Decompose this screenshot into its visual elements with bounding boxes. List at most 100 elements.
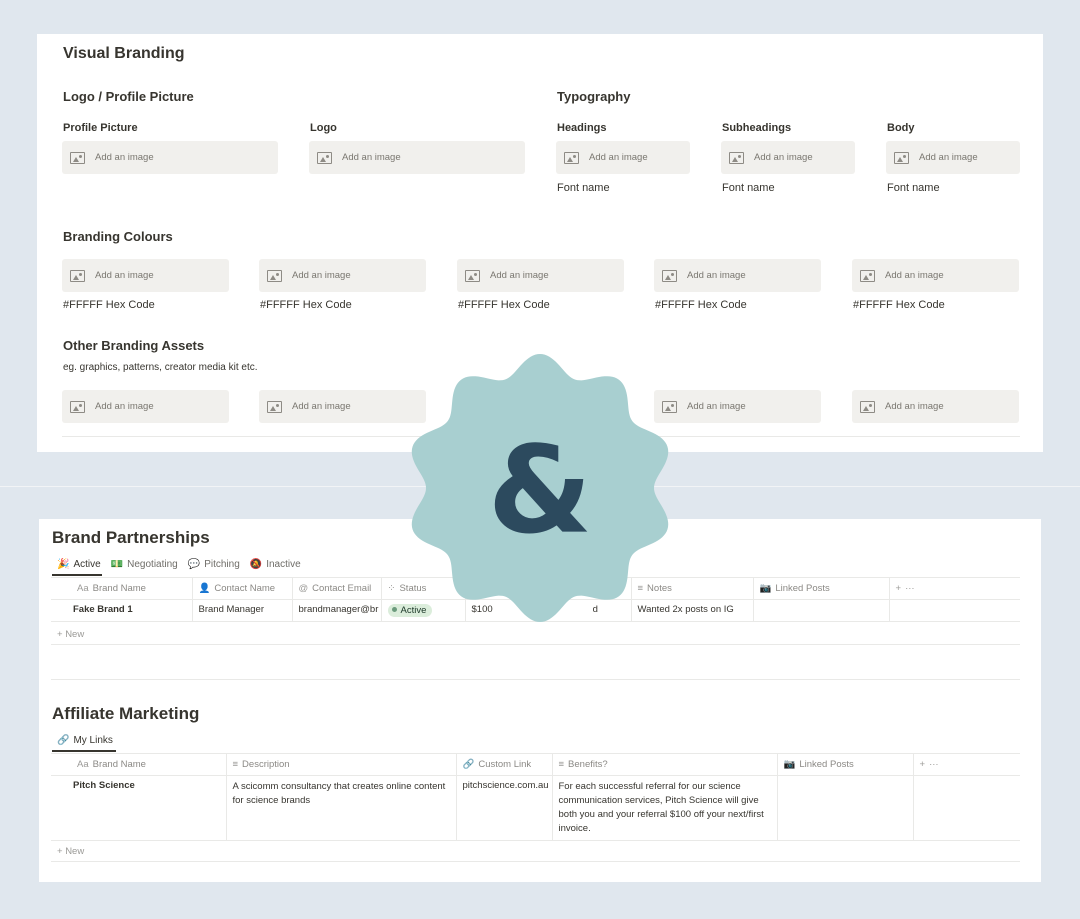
brand-partnerships-tabs: 🎉 Active 💵 Negotiating 💬 Pitching 🔕 Inactive (57, 554, 311, 574)
new-row-button[interactable]: + New (57, 846, 84, 857)
tab-inactive[interactable]: 🔕 Inactive (250, 554, 301, 574)
column-label: Linked Posts (799, 759, 854, 770)
image-icon (860, 400, 875, 413)
column-header-contact-email[interactable]: @ Contact Email (291, 577, 381, 600)
tab-negotiating[interactable]: 💵 Negotiating (111, 554, 178, 574)
body-label: Body (887, 122, 915, 134)
linked-posts-cell[interactable] (776, 775, 913, 841)
add-image-label: Add an image (292, 270, 351, 281)
headings-image-upload[interactable]: Add an image (556, 141, 690, 174)
section-divider (51, 679, 1020, 680)
new-row-button[interactable]: + New (57, 629, 84, 640)
more-icon[interactable]: ··· (905, 583, 915, 594)
chat-icon: 💬 (187, 558, 201, 570)
tab-active[interactable]: 🎉 Active (57, 554, 101, 574)
table-row[interactable]: Pitch Science A scicomm consultancy that… (51, 775, 1020, 841)
column-header-linked-posts[interactable]: 📷 Linked Posts (776, 753, 913, 776)
colour-4-image-upload[interactable]: Add an image (654, 259, 821, 292)
image-icon (70, 400, 85, 413)
add-image-label: Add an image (292, 401, 351, 412)
column-header-benefits[interactable]: ≡ Benefits? (551, 753, 777, 776)
column-header-custom-link[interactable]: 🔗 Custom Link (455, 753, 552, 776)
column-label: Custom Link (478, 759, 532, 770)
linked-posts-cell[interactable] (752, 599, 889, 622)
brand-name-cell[interactable]: Fake Brand 1 (51, 599, 192, 622)
column-header-actions: + ··· (888, 577, 1020, 600)
column-label: Benefits? (568, 759, 608, 770)
column-label: Brand Name (92, 583, 146, 594)
text-lines-icon: ≡ (558, 759, 565, 770)
tab-label: Negotiating (127, 558, 178, 570)
add-image-label: Add an image (687, 401, 746, 412)
add-image-label: Add an image (490, 270, 549, 281)
add-image-label: Add an image (95, 270, 154, 281)
at-sign-icon: @ (298, 583, 309, 594)
plus-icon: + (57, 629, 66, 640)
add-image-label: Add an image (754, 152, 813, 163)
colour-2-image-upload[interactable]: Add an image (259, 259, 426, 292)
subheadings-label: Subheadings (722, 122, 792, 134)
status-dot (391, 606, 397, 612)
add-column-icon[interactable]: + (920, 759, 926, 770)
empty-cell (912, 775, 1020, 841)
add-image-label: Add an image (95, 401, 154, 412)
more-icon[interactable]: ··· (929, 759, 939, 770)
contact-email-cell[interactable]: brandmanager@br (291, 599, 381, 622)
column-label: Description (242, 759, 290, 770)
asset-4-image-upload[interactable]: Add an image (654, 390, 821, 423)
tab-label: Pitching (204, 558, 240, 570)
benefits-cell[interactable]: For each successful referral for our sci… (551, 775, 777, 841)
body-image-upload[interactable]: Add an image (886, 141, 1020, 174)
profile-picture-image-upload[interactable]: Add an image (62, 141, 278, 174)
brand-name-cell[interactable]: Pitch Science (51, 775, 226, 841)
headings-label: Headings (557, 122, 607, 134)
custom-link-cell[interactable]: pitchscience.com.au (455, 775, 552, 841)
column-header-actions: + ··· (912, 753, 1020, 776)
profile-picture-label: Profile Picture (63, 122, 138, 134)
logo-image-upload[interactable]: Add an image (309, 141, 525, 174)
tab-label: Active (73, 558, 101, 570)
image-icon (729, 151, 744, 164)
subheadings-image-upload[interactable]: Add an image (721, 141, 855, 174)
image-icon (465, 269, 480, 282)
description-cell[interactable]: A scicomm consultancy that creates onlin… (225, 775, 456, 841)
column-header-linked-posts[interactable]: 📷 Linked Posts (752, 577, 889, 600)
colour-3-hex: #FFFFF Hex Code (458, 299, 550, 311)
column-header-brand-name[interactable]: Aa Brand Name (51, 753, 226, 776)
plus-icon: + (57, 846, 66, 857)
column-header-contact-name[interactable]: 👤 Contact Name (191, 577, 292, 600)
camera-icon: 📷 (759, 583, 772, 594)
asset-1-image-upload[interactable]: Add an image (62, 390, 229, 423)
tab-pitching[interactable]: 💬 Pitching (188, 554, 240, 574)
add-column-icon[interactable]: + (896, 583, 902, 594)
link-icon: 🔗 (462, 759, 475, 770)
tab-my-links[interactable]: 🔗 My Links (57, 730, 113, 750)
column-label: Contact Name (214, 583, 276, 594)
camera-icon: 📷 (783, 759, 796, 770)
subheadings-font-name: Font name (722, 182, 775, 194)
column-label: Linked Posts (775, 583, 830, 594)
body-font-name: Font name (887, 182, 940, 194)
image-icon (662, 269, 677, 282)
contact-name-cell[interactable]: Brand Manager (191, 599, 292, 622)
image-icon (317, 151, 332, 164)
logo-label: Logo (310, 122, 337, 134)
brand-partnerships-title: Brand Partnerships (52, 528, 210, 547)
table-header-row: Aa Brand Name ≡ Description 🔗 Custom Link ≡… (51, 753, 1020, 776)
ampersand-stamp: & (411, 354, 669, 622)
affiliate-tabs: 🔗 My Links (57, 730, 123, 750)
colour-3-image-upload[interactable]: Add an image (457, 259, 624, 292)
image-icon (860, 269, 875, 282)
asset-5-image-upload[interactable]: Add an image (852, 390, 1019, 423)
column-header-brand-name[interactable]: Aa Brand Name (51, 577, 192, 600)
ampersand-symbol: & (488, 422, 593, 561)
colour-1-image-upload[interactable]: Add an image (62, 259, 229, 292)
other-assets-description: eg. graphics, patterns, creator media ki… (63, 362, 258, 373)
asset-2-image-upload[interactable]: Add an image (259, 390, 426, 423)
text-lines-icon: ≡ (232, 759, 239, 770)
colour-5-image-upload[interactable]: Add an image (852, 259, 1019, 292)
image-icon (267, 400, 282, 413)
column-header-description[interactable]: ≡ Description (225, 753, 456, 776)
column-label: Contact Email (312, 583, 372, 594)
add-image-label: Add an image (687, 270, 746, 281)
